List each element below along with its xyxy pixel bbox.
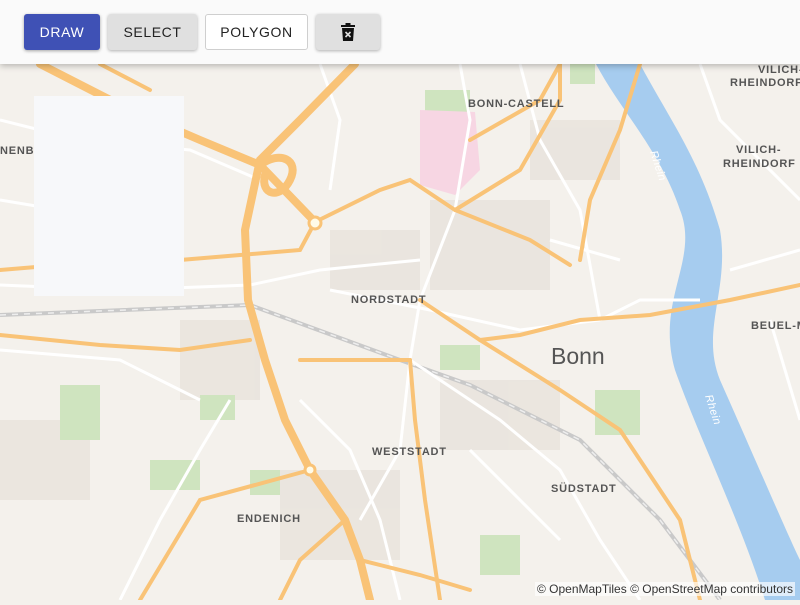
label-beuel: BEUEL-M [751, 320, 800, 332]
label-west-cut: NENB [0, 145, 34, 157]
label-vilich-rheindorf-top-2: RHEINDORF [730, 77, 800, 89]
label-vilich-rheindorf-top-1: VILICH- [758, 64, 800, 76]
blank-overlay-panel [34, 96, 184, 296]
label-suedstadt: SÜDSTADT [551, 482, 616, 495]
select-button[interactable]: SELECT [108, 14, 197, 50]
map-attribution[interactable]: © OpenMapTiles © OpenStreetMap contribut… [534, 582, 795, 596]
label-bonn: Bonn [551, 343, 605, 369]
trash-icon [341, 23, 355, 41]
polygon-button[interactable]: POLYGON [205, 14, 308, 50]
map-tiles: BONN-CASTELL NORDSTADT WESTSTADT SÜDSTAD… [0, 0, 800, 604]
draw-button[interactable]: DRAW [24, 14, 100, 50]
map-canvas[interactable]: BONN-CASTELL NORDSTADT WESTSTADT SÜDSTAD… [0, 0, 800, 604]
label-bonn-castell: BONN-CASTELL [468, 98, 564, 110]
label-vilich-rheindorf-2: RHEINDORF [723, 158, 796, 170]
label-endenich: ENDENICH [237, 513, 301, 525]
label-vilich-rheindorf-1: VILICH- [736, 144, 781, 156]
delete-button[interactable] [316, 14, 380, 50]
label-weststadt: WESTSTADT [372, 446, 447, 458]
label-nordstadt: NORDSTADT [351, 294, 426, 306]
draw-toolbar: DRAW SELECT POLYGON [0, 0, 800, 64]
